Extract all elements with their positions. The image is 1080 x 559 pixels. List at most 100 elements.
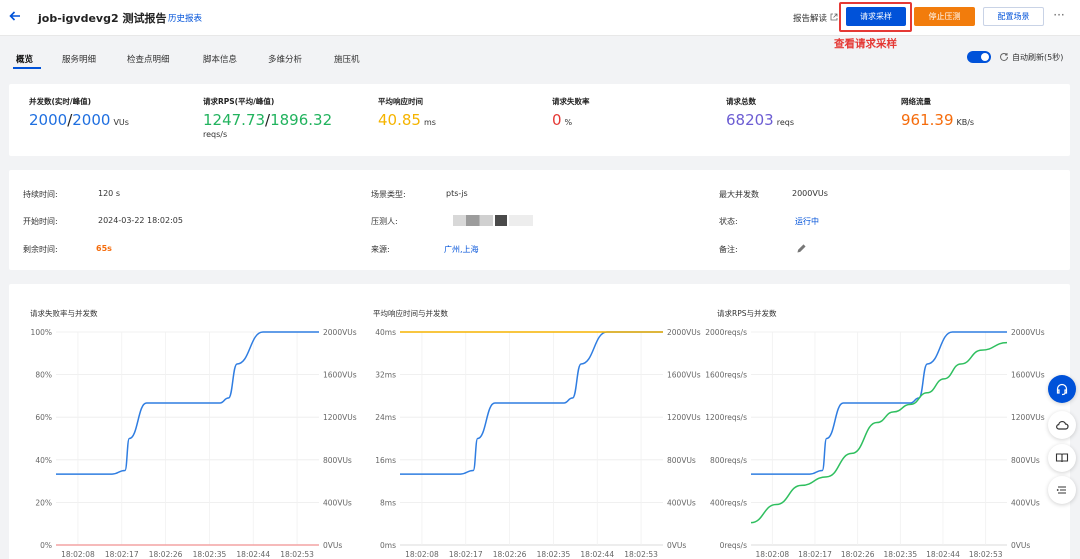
info-value: 2024-03-22 18:02:05 [98, 216, 183, 225]
info-key: 压测人: [371, 217, 398, 226]
metric-unit: KB/s [956, 118, 975, 127]
y-right-tick-label: 400VUs [1011, 498, 1040, 507]
y-right-tick-label: 1200VUs [667, 413, 701, 422]
series-line [750, 341, 1008, 524]
metric-value: 2000 [29, 111, 68, 129]
chart-rps-concurrency: 2000reqs/s 2000VUs 1600reqs/s 1600VUs 1200re… [705, 328, 1045, 559]
metric-label: 网络流量 [901, 97, 931, 106]
y-left-tick-label: 24ms [375, 413, 396, 422]
metric-label: 请求总数 [726, 97, 756, 106]
metric-fail-rate: 请求失败率 0% [552, 96, 590, 129]
info-value[interactable]: 广州,上海 [444, 244, 479, 255]
info-value: 65s [96, 244, 112, 253]
y-left-tick-label: 40% [35, 456, 52, 465]
y-right-tick-label: 400VUs [667, 498, 696, 507]
x-tick-label: 18:02:35 [883, 550, 917, 559]
metric-label: 平均响应时间 [378, 97, 423, 106]
tab-script-info[interactable]: 脚本信息 [203, 53, 237, 65]
metric-value-peak: 1896.32 [270, 111, 333, 129]
tab-service-detail[interactable]: 服务明细 [62, 53, 96, 65]
tab-overview[interactable]: 概览 [16, 53, 33, 65]
metric-concurrency: 并发数(实时/峰值) 2000/2000 VUs [29, 96, 129, 129]
metric-unit: VUs [113, 118, 129, 127]
metric-network: 网络流量 961.39 KB/s [901, 96, 974, 129]
x-tick-label: 18:02:44 [236, 550, 270, 559]
chart-title: 请求RPS与并发数 [717, 309, 777, 318]
customer-service-button[interactable] [1048, 375, 1076, 403]
x-tick-label: 18:02:44 [926, 550, 960, 559]
y-right-tick-label: 0VUs [667, 541, 686, 550]
list-icon [1056, 486, 1066, 494]
tab-multi-analysis[interactable]: 多维分析 [268, 53, 302, 65]
y-left-tick-label: 16ms [375, 456, 396, 465]
y-left-tick-label: 32ms [375, 371, 396, 380]
stop-test-button[interactable]: 停止压测 [914, 7, 975, 26]
x-tick-label: 18:02:08 [405, 550, 439, 559]
x-tick-label: 18:02:17 [105, 550, 139, 559]
auto-refresh-toggle[interactable] [967, 51, 991, 63]
metric-avg-response: 平均响应时间 40.85 ms [378, 96, 436, 129]
x-tick-label: 18:02:08 [755, 550, 789, 559]
y-right-tick-label: 1200VUs [1011, 413, 1045, 422]
cloud-button[interactable] [1048, 411, 1076, 439]
metric-value: 68203 [726, 111, 774, 129]
metric-value: 961.39 [901, 111, 954, 129]
info-key: 备注: [719, 245, 738, 254]
metric-unit: % [564, 118, 573, 127]
edit-pencil-icon[interactable] [797, 244, 806, 253]
chart-failrate-concurrency: 100% 2000VUs 80% 1600VUs 60% 1200VUs 40% 800VUs… [31, 328, 357, 559]
metric-label: 请求失败率 [552, 97, 590, 106]
info-key: 最大并发数 [719, 190, 759, 199]
x-tick-label: 18:02:08 [61, 550, 95, 559]
info-value: pts-js [446, 189, 468, 198]
info-value: 120 s [98, 189, 120, 198]
y-left-tick-label: 1600reqs/s [705, 371, 747, 380]
y-left-tick-label: 0ms [380, 541, 396, 550]
x-tick-label: 18:02:26 [841, 550, 875, 559]
y-right-tick-label: 2000VUs [323, 328, 357, 337]
metric-label: 并发数(实时/峰值) [29, 97, 92, 106]
info-key: 持续时间: [23, 190, 58, 199]
series-line [56, 331, 319, 475]
metric-label: 请求RPS(平均/峰值) [203, 97, 275, 106]
y-right-tick-label: 0VUs [1011, 541, 1030, 550]
back-arrow-icon[interactable] [8, 9, 22, 23]
config-scene-button[interactable]: 配置场景 [983, 7, 1044, 26]
y-left-tick-label: 20% [35, 498, 52, 507]
external-link-icon[interactable] [830, 13, 838, 21]
y-left-tick-label: 80% [35, 371, 52, 380]
y-right-tick-label: 800VUs [323, 456, 352, 465]
chart-title: 请求失败率与并发数 [30, 309, 98, 318]
redacted-name-mask [509, 215, 533, 226]
headset-icon [1056, 383, 1068, 396]
y-left-tick-label: 40ms [375, 328, 396, 337]
metric-value-peak: 2000 [72, 111, 111, 129]
list-button[interactable] [1048, 476, 1076, 504]
x-tick-label: 18:02:17 [798, 550, 832, 559]
status-badge: 运行中 [795, 217, 819, 226]
history-report-link[interactable]: 历史报表 [168, 12, 202, 24]
y-right-tick-label: 1200VUs [323, 413, 357, 422]
more-menu-button[interactable]: ··· [1051, 5, 1067, 24]
metric-unit: reqs [776, 118, 794, 127]
y-right-tick-label: 0VUs [323, 541, 342, 550]
book-icon [1055, 453, 1069, 463]
y-right-tick-label: 800VUs [667, 456, 696, 465]
tab-checkpoint-detail[interactable]: 检查点明细 [127, 53, 170, 65]
report-explain-link[interactable]: 报告解读 [793, 12, 827, 24]
redacted-name-mask [453, 215, 493, 226]
x-tick-label: 18:02:44 [580, 550, 614, 559]
auto-refresh-label: 自动刷新(5秒) [1012, 53, 1064, 62]
y-right-tick-label: 1600VUs [323, 371, 357, 380]
tab-load-machine[interactable]: 施压机 [334, 53, 360, 65]
info-key: 剩余时间: [23, 245, 58, 254]
info-key: 场景类型: [371, 190, 406, 199]
series-line [751, 331, 1007, 475]
info-key: 来源: [371, 245, 390, 254]
docs-button[interactable] [1048, 444, 1076, 472]
y-left-tick-label: 0% [40, 541, 52, 550]
metric-unit: ms [423, 118, 436, 127]
x-tick-label: 18:02:26 [149, 550, 183, 559]
y-left-tick-label: 8ms [380, 498, 396, 507]
y-left-tick-label: 2000reqs/s [705, 328, 747, 337]
